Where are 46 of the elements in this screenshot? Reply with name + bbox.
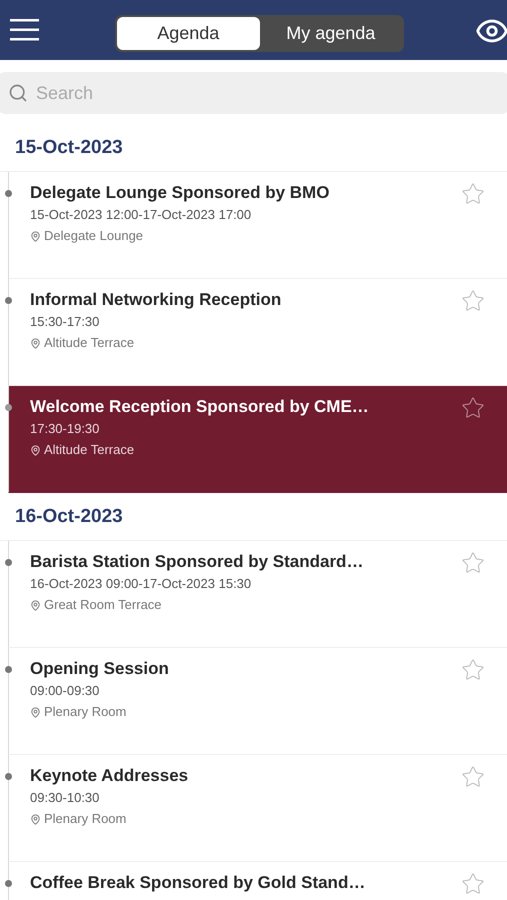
session-title: Opening Session: [30, 658, 170, 680]
menu-icon[interactable]: [10, 19, 39, 41]
session-title: Welcome Reception Sponsored by CME…: [30, 396, 370, 418]
search-field[interactable]: Search: [0, 72, 507, 114]
session-time: 09:30-10:30: [30, 789, 100, 807]
star-icon[interactable]: [461, 396, 485, 420]
session-location: Great Room Terrace: [44, 596, 162, 614]
tab[interactable]: Agenda: [117, 17, 260, 50]
session-location: Altitude Terrace: [44, 334, 134, 352]
session-title: Informal Networking Reception: [30, 289, 282, 311]
session-title: Delegate Lounge Sponsored by BMO: [30, 182, 330, 204]
session-time: 15:30-17:30: [30, 313, 100, 331]
tab[interactable]: My agenda: [260, 17, 402, 50]
session-card[interactable]: Opening Session 09:00-09:30 Plenary Room: [8, 648, 507, 755]
session-time: 17:30-19:30: [30, 420, 100, 438]
session-location: Delegate Lounge: [44, 227, 144, 245]
session-time: 09:00-09:30: [30, 682, 100, 700]
star-icon[interactable]: [461, 551, 485, 575]
location-pin-icon: [30, 230, 41, 242]
session-card[interactable]: Keynote Addresses 09:30-10:30 Plenary Room: [8, 755, 507, 862]
session-location: Altitude Terrace: [44, 441, 134, 459]
date-heading: 16-Oct-2023: [15, 506, 123, 527]
session-location: Plenary Room: [44, 703, 126, 721]
session-card[interactable]: Barista Station Sponsored by Standard… 16-Oct-2023 09:00-17-Oct-2023 15:30 Great Room Terrace: [8, 541, 507, 648]
location-pin-icon: [30, 338, 41, 348]
search-input[interactable]: Search: [36, 80, 436, 106]
star-icon[interactable]: [461, 765, 485, 789]
search-icon: [8, 83, 28, 103]
star-icon[interactable]: [461, 872, 485, 896]
star-icon[interactable]: [461, 182, 485, 206]
session-location: Plenary Room: [44, 810, 126, 828]
location-pin-icon: [30, 600, 41, 610]
session-title: Barista Station Sponsored by Standard…: [30, 551, 364, 573]
session-card[interactable]: Informal Networking Reception 15:30-17:30 Altitude Terrace: [8, 279, 507, 386]
session-time: 15-Oct-2023 12:00-17-Oct-2023 17:00: [30, 206, 252, 224]
star-icon[interactable]: [461, 289, 485, 313]
location-pin-icon: [30, 814, 41, 824]
session-time: 16-Oct-2023 09:00-17-Oct-2023 15:30: [30, 575, 252, 593]
location-pin-icon: [30, 706, 41, 718]
session-title: Keynote Addresses: [30, 765, 190, 787]
session-card[interactable]: Delegate Lounge Sponsored by BMO 15-Oct-2023 12:00-17-Oct-2023 17:00 Delegate Lounge: [8, 172, 507, 279]
date-heading: 15-Oct-2023: [15, 137, 123, 158]
session-title: Coffee Break Sponsored by Gold Stand…: [30, 872, 366, 894]
star-icon[interactable]: [461, 658, 485, 682]
session-card[interactable]: Welcome Reception Sponsored by CME… 17:30-19:30 Altitude Terrace: [8, 386, 507, 493]
location-pin-icon: [30, 444, 41, 456]
